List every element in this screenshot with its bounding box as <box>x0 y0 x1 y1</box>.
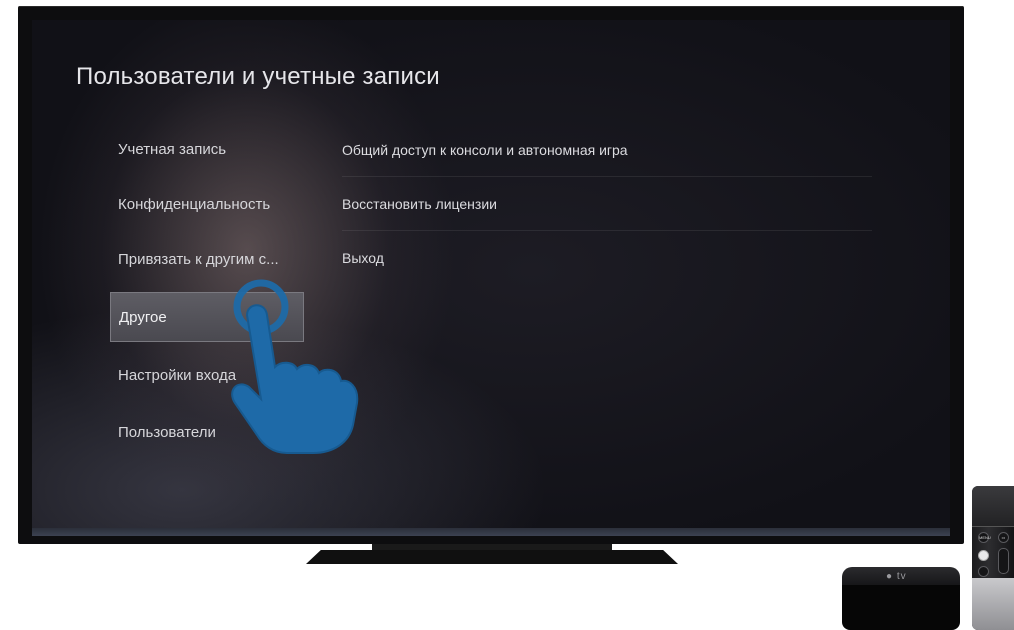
menu-item-account[interactable]: Учетная запись <box>110 125 312 175</box>
tv-screen: Пользователи и учетные записи Учетная за… <box>32 20 950 536</box>
remote-touch-surface[interactable] <box>972 486 1014 527</box>
remote-menu-button[interactable]: MENU <box>978 532 991 543</box>
tv-stand-neck <box>372 544 612 550</box>
apple-tv-box-body <box>842 585 960 630</box>
apple-tv-logo: ● tv <box>886 571 907 582</box>
pointing-hand-tap-icon <box>231 279 359 454</box>
option-sign-out[interactable]: Выход <box>342 232 872 284</box>
option-console-sharing-offline-play[interactable]: Общий доступ к консоли и автономная игра <box>342 124 872 177</box>
tv-stand-base <box>306 550 678 564</box>
remote-siri-mic-icon[interactable] <box>978 550 989 561</box>
apple-tv-remote: MENU ▭ <box>972 486 1014 630</box>
page-title: Пользователи и учетные записи <box>76 63 440 90</box>
remote-tv-button[interactable]: ▭ <box>998 532 1009 543</box>
remote-play-pause-button[interactable] <box>978 566 989 577</box>
apple-tv-box: ● tv <box>842 567 960 630</box>
menu-item-privacy[interactable]: Конфиденциальность <box>110 180 312 230</box>
remote-volume-rocker[interactable] <box>998 548 1009 574</box>
apple-logo-icon: ● <box>886 571 894 582</box>
apple-tv-logo-text: tv <box>896 571 907 582</box>
remote-bottom-panel <box>972 578 1014 630</box>
option-restore-licenses[interactable]: Восстановить лицензии <box>342 178 872 231</box>
tv-stand <box>306 544 678 564</box>
tv-frame: Пользователи и учетные записи Учетная за… <box>18 6 964 544</box>
